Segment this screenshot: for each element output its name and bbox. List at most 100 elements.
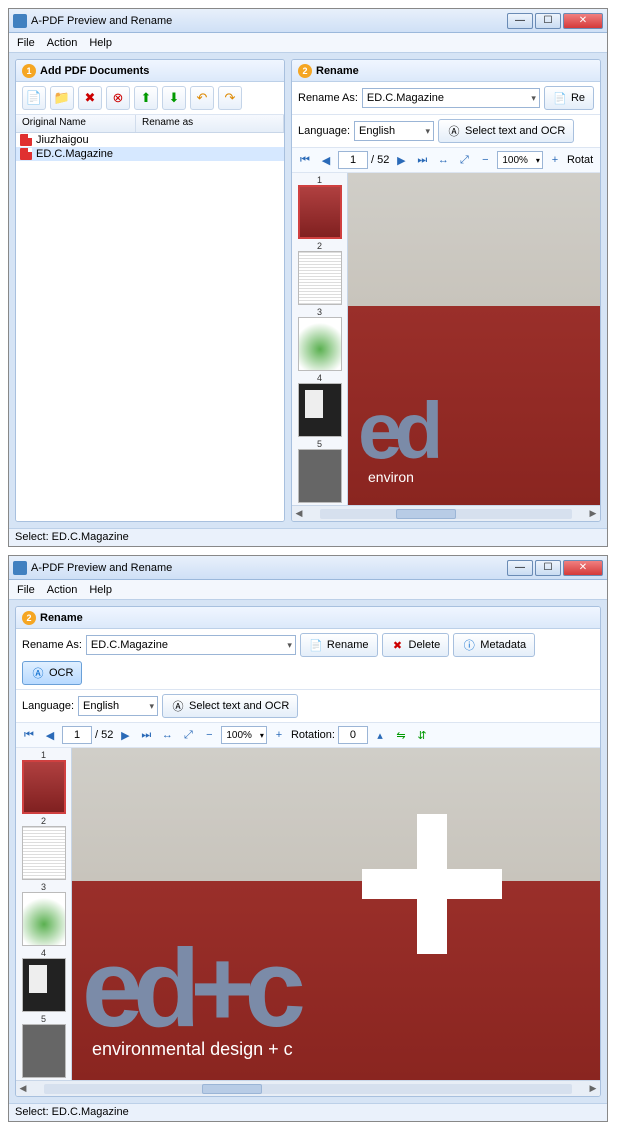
redo-button[interactable]: ↷ — [218, 86, 242, 110]
cover-subtitle: environ — [348, 463, 414, 505]
last-page-button[interactable]: ⏭ — [413, 151, 431, 169]
remove-button[interactable]: ✖ — [78, 86, 102, 110]
thumb-4[interactable]: 4 — [292, 373, 347, 437]
rename-button[interactable]: 📄 Rename — [300, 633, 378, 657]
fit-width-button[interactable]: ↔ — [158, 726, 176, 744]
status-text: Select: ED.C.Magazine — [15, 1106, 129, 1118]
first-page-button[interactable]: ⏮ — [296, 151, 314, 169]
panel-rename-header: 2 Rename — [16, 607, 600, 629]
rotation-input[interactable] — [338, 726, 368, 744]
flip-v-button[interactable]: ⇵ — [413, 726, 431, 744]
main-preview[interactable]: ed+c environmental design + c — [72, 748, 600, 1080]
panel-add-title: Add PDF Documents — [40, 65, 149, 77]
flip-h-button[interactable]: ⇋ — [392, 726, 410, 744]
first-page-button[interactable]: ⏮ — [20, 726, 38, 744]
maximize-button[interactable]: ☐ — [535, 13, 561, 29]
rotation-stepper[interactable]: ▴ — [371, 726, 389, 744]
menu-file[interactable]: File — [17, 37, 35, 49]
menu-help[interactable]: Help — [89, 584, 112, 596]
metadata-button[interactable]: ⓘ Metadata — [453, 633, 535, 657]
menu-file[interactable]: File — [17, 584, 35, 596]
fit-page-button[interactable]: ⤢ — [455, 151, 473, 169]
thumb-5[interactable]: 5 — [16, 1014, 71, 1078]
thumbnail-strip[interactable]: 1 2 3 4 5 — [292, 173, 348, 505]
horizontal-scrollbar[interactable]: ◀ ▶ — [292, 505, 600, 521]
menu-action[interactable]: Action — [47, 584, 78, 596]
scroll-thumb[interactable] — [396, 509, 456, 519]
rename-as-label: Rename As: — [22, 639, 82, 651]
status-text: Select: ED.C.Magazine — [15, 531, 129, 543]
thumb-2[interactable]: 2 — [292, 241, 347, 305]
fit-width-button[interactable]: ↔ — [434, 151, 452, 169]
language-label: Language: — [22, 700, 74, 712]
scroll-right-icon[interactable]: ▶ — [586, 508, 600, 519]
thumb-5[interactable]: 5 — [292, 439, 347, 503]
thumb-2[interactable]: 2 — [16, 816, 71, 880]
language-label: Language: — [298, 125, 350, 137]
close-button[interactable]: ✕ — [563, 13, 603, 29]
info-icon: ⓘ — [462, 638, 476, 652]
rename-as-dropdown[interactable]: ED.C.Magazine — [86, 635, 296, 655]
file-row[interactable]: Jiuzhaigou — [16, 133, 284, 147]
ocr-select-icon: Ⓐ — [447, 124, 461, 138]
language-dropdown[interactable]: English — [78, 696, 158, 716]
maximize-button[interactable]: ☐ — [535, 560, 561, 576]
panel-rename-title: Rename — [40, 612, 83, 624]
step-2-badge: 2 — [298, 64, 312, 78]
app-icon — [13, 561, 27, 575]
panel-rename-title: Rename — [316, 65, 359, 77]
prev-page-button[interactable]: ◀ — [41, 726, 59, 744]
col-original[interactable]: Original Name — [16, 115, 136, 132]
add-folder-button[interactable]: 📁 — [50, 86, 74, 110]
thumb-3[interactable]: 3 — [292, 307, 347, 371]
add-file-button[interactable]: 📄 — [22, 86, 46, 110]
select-text-ocr-button[interactable]: Ⓐ Select text and OCR — [438, 119, 574, 143]
rename-as-dropdown[interactable]: ED.C.Magazine — [362, 88, 540, 108]
fit-page-button[interactable]: ⤢ — [179, 726, 197, 744]
zoom-in-button[interactable]: + — [270, 726, 288, 744]
ocr-button[interactable]: Ⓐ OCR — [22, 661, 82, 685]
page-number-input[interactable] — [338, 151, 368, 169]
scroll-thumb[interactable] — [202, 1084, 262, 1094]
thumb-1[interactable]: 1 — [16, 750, 71, 814]
move-up-button[interactable]: ⬆ — [134, 86, 158, 110]
next-page-button[interactable]: ▶ — [116, 726, 134, 744]
last-page-button[interactable]: ⏭ — [137, 726, 155, 744]
col-rename[interactable]: Rename as — [136, 115, 284, 132]
thumb-3[interactable]: 3 — [16, 882, 71, 946]
minimize-button[interactable]: — — [507, 560, 533, 576]
zoom-dropdown[interactable]: 100% — [221, 726, 267, 744]
cover-logo: ed+c — [72, 945, 296, 1033]
zoom-out-button[interactable]: − — [200, 726, 218, 744]
rename-as-label: Rename As: — [298, 92, 358, 104]
delete-button[interactable]: ✖ Delete — [382, 633, 450, 657]
move-down-button[interactable]: ⬇ — [162, 86, 186, 110]
thumb-1[interactable]: 1 — [292, 175, 347, 239]
language-dropdown[interactable]: English — [354, 121, 434, 141]
rotation-label-short: Rotat — [567, 154, 593, 166]
menu-help[interactable]: Help — [89, 37, 112, 49]
zoom-out-button[interactable]: − — [476, 151, 494, 169]
thumbnail-strip[interactable]: 1 2 3 4 5 — [16, 748, 72, 1080]
thumb-4[interactable]: 4 — [16, 948, 71, 1012]
prev-page-button[interactable]: ◀ — [317, 151, 335, 169]
next-page-button[interactable]: ▶ — [392, 151, 410, 169]
select-text-ocr-button[interactable]: Ⓐ Select text and OCR — [162, 694, 298, 718]
menu-action[interactable]: Action — [47, 37, 78, 49]
rename-button-short[interactable]: 📄 Re — [544, 86, 594, 110]
zoom-in-button[interactable]: + — [546, 151, 564, 169]
file-row[interactable]: ED.C.Magazine — [16, 147, 284, 161]
main-preview[interactable]: ed environ — [348, 173, 600, 505]
scroll-left-icon[interactable]: ◀ — [16, 1083, 30, 1094]
horizontal-scrollbar[interactable]: ◀ ▶ — [16, 1080, 600, 1096]
minimize-button[interactable]: — — [507, 13, 533, 29]
statusbar: Select: ED.C.Magazine — [9, 528, 607, 546]
scroll-left-icon[interactable]: ◀ — [292, 508, 306, 519]
remove-all-button[interactable]: ⊗ — [106, 86, 130, 110]
zoom-dropdown[interactable]: 100% — [497, 151, 543, 169]
page-number-input[interactable] — [62, 726, 92, 744]
ocr-select-icon: Ⓐ — [171, 699, 185, 713]
undo-button[interactable]: ↶ — [190, 86, 214, 110]
close-button[interactable]: ✕ — [563, 560, 603, 576]
scroll-right-icon[interactable]: ▶ — [586, 1083, 600, 1094]
